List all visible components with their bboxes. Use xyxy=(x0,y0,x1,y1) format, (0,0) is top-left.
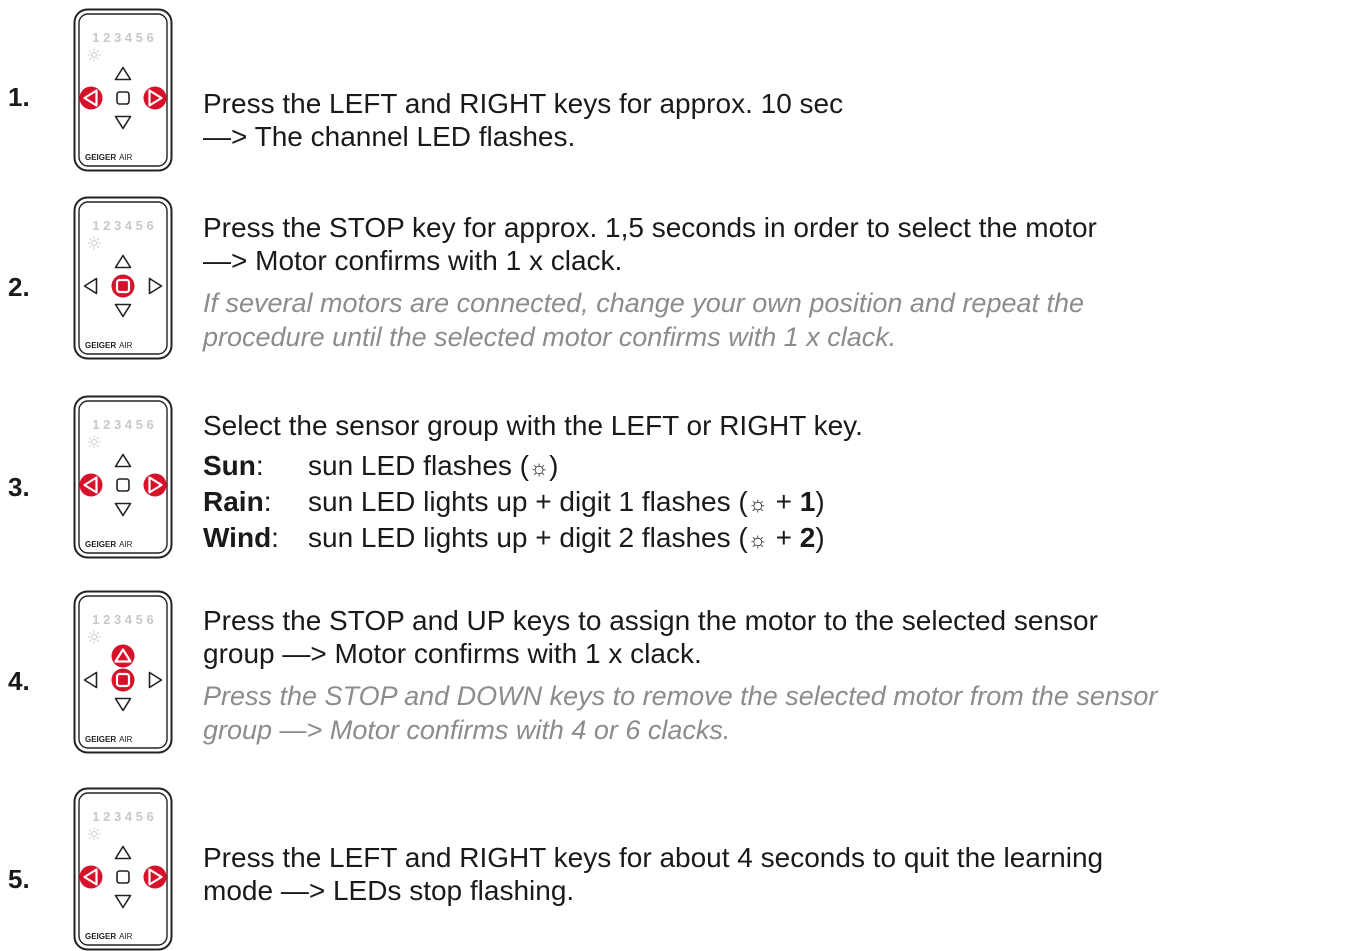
remote-illustration: 1 2 3 4 5 6 GEIGER AIR xyxy=(73,590,173,754)
channel-led-digits: 1 2 3 4 5 6 xyxy=(92,30,153,45)
channel-led-digits: 1 2 3 4 5 6 xyxy=(92,417,153,432)
remote-svg: 1 2 3 4 5 6 GEIGER AIR xyxy=(73,590,173,754)
channel-led-digits: 1 2 3 4 5 6 xyxy=(92,612,153,627)
note-line: procedure until the selected motor confi… xyxy=(203,322,897,352)
group-description: sun LED lights up + digit 1 flashes ( xyxy=(308,486,748,517)
instruction-line: group —> Motor confirms with 1 x clack. xyxy=(203,638,702,669)
group-label: Wind xyxy=(203,522,272,553)
brand-label: GEIGER AIR xyxy=(85,932,133,941)
note-text: If several motors are connected, change … xyxy=(203,286,1343,354)
note-line: Press the STOP and DOWN keys to remove t… xyxy=(203,681,1158,711)
sensor-group-sun: Sun: sun LED flashes (☼) xyxy=(203,450,559,481)
note-line: group —> Motor confirms with 4 or 6 clac… xyxy=(203,715,731,745)
left-key-pressed xyxy=(79,865,103,889)
sun-icon: ☼ xyxy=(529,455,550,480)
instruction-line: mode —> LEDs stop flashing. xyxy=(203,875,575,906)
sensor-group-wind: Wind: sun LED lights up + digit 2 flashes… xyxy=(203,522,825,553)
sun-icon: ☼ xyxy=(747,491,768,516)
step-text: Press the STOP key for approx. 1,5 secon… xyxy=(203,211,1343,354)
stop-key-pressed xyxy=(111,274,135,298)
step-number: 1. xyxy=(8,82,30,112)
step-text: Press the LEFT and RIGHT keys for approx… xyxy=(203,87,1343,153)
remote-illustration: 1 2 3 4 5 6 GEIGER AIR xyxy=(73,8,173,172)
stop-key-pressed xyxy=(111,668,135,692)
left-key-pressed xyxy=(79,473,103,497)
channel-led-digits: 1 2 3 4 5 6 xyxy=(92,809,153,824)
remote-svg: 1 2 3 4 5 6 GEIGER AIR xyxy=(73,8,173,172)
step-number: 3. xyxy=(8,472,30,502)
step-text: Press the LEFT and RIGHT keys for about … xyxy=(203,841,1343,907)
step-text: Select the sensor group with the LEFT or… xyxy=(203,409,1343,557)
instruction-line: Press the LEFT and RIGHT keys for approx… xyxy=(203,88,844,119)
step-text: Press the STOP and UP keys to assign the… xyxy=(203,604,1343,747)
right-key-pressed xyxy=(143,865,167,889)
step-number: 5. xyxy=(8,864,30,894)
digit-indicator: 1 xyxy=(799,486,816,517)
instruction-line: —> Motor confirms with 1 x clack. xyxy=(203,245,623,276)
instruction-line: Select the sensor group with the LEFT or… xyxy=(203,410,863,441)
brand-label: GEIGER AIR xyxy=(85,153,133,162)
instruction-line: —> The channel LED flashes. xyxy=(203,121,576,152)
note-text: Press the STOP and DOWN keys to remove t… xyxy=(203,679,1343,747)
remote-svg: 1 2 3 4 5 6 GEIGER AIR xyxy=(73,787,173,951)
digit-indicator: 2 xyxy=(799,522,816,553)
step-number: 4. xyxy=(8,666,30,696)
sensor-group-rain: Rain: sun LED lights up + digit 1 flashes… xyxy=(203,486,825,517)
instruction-line: Press the LEFT and RIGHT keys for about … xyxy=(203,842,1104,873)
remote-svg: 1 2 3 4 5 6 GEIGER AIR xyxy=(73,196,173,360)
remote-illustration: 1 2 3 4 5 6 GEIGER AIR xyxy=(73,196,173,360)
remote-illustration: 1 2 3 4 5 6 GEIGER AIR xyxy=(73,787,173,951)
brand-label: GEIGER AIR xyxy=(85,540,133,549)
step-number: 2. xyxy=(8,272,30,302)
group-description: sun LED lights up + digit 2 flashes ( xyxy=(308,522,748,553)
brand-label: GEIGER AIR xyxy=(85,341,133,350)
group-label: Sun xyxy=(203,450,256,481)
group-description: sun LED flashes ( xyxy=(308,450,529,481)
group-label: Rain xyxy=(203,486,264,517)
sun-icon: ☼ xyxy=(747,527,768,552)
remote-svg: 1 2 3 4 5 6 GEIGER AIR xyxy=(73,395,173,559)
right-key-pressed xyxy=(143,473,167,497)
right-key-pressed xyxy=(143,86,167,110)
instruction-line: Press the STOP and UP keys to assign the… xyxy=(203,605,1098,636)
brand-label: GEIGER AIR xyxy=(85,735,133,744)
channel-led-digits: 1 2 3 4 5 6 xyxy=(92,218,153,233)
up-key-pressed xyxy=(111,644,135,668)
note-line: If several motors are connected, change … xyxy=(203,288,1085,318)
instruction-line: Press the STOP key for approx. 1,5 secon… xyxy=(203,212,1097,243)
remote-illustration: 1 2 3 4 5 6 GEIGER AIR xyxy=(73,395,173,559)
left-key-pressed xyxy=(79,86,103,110)
